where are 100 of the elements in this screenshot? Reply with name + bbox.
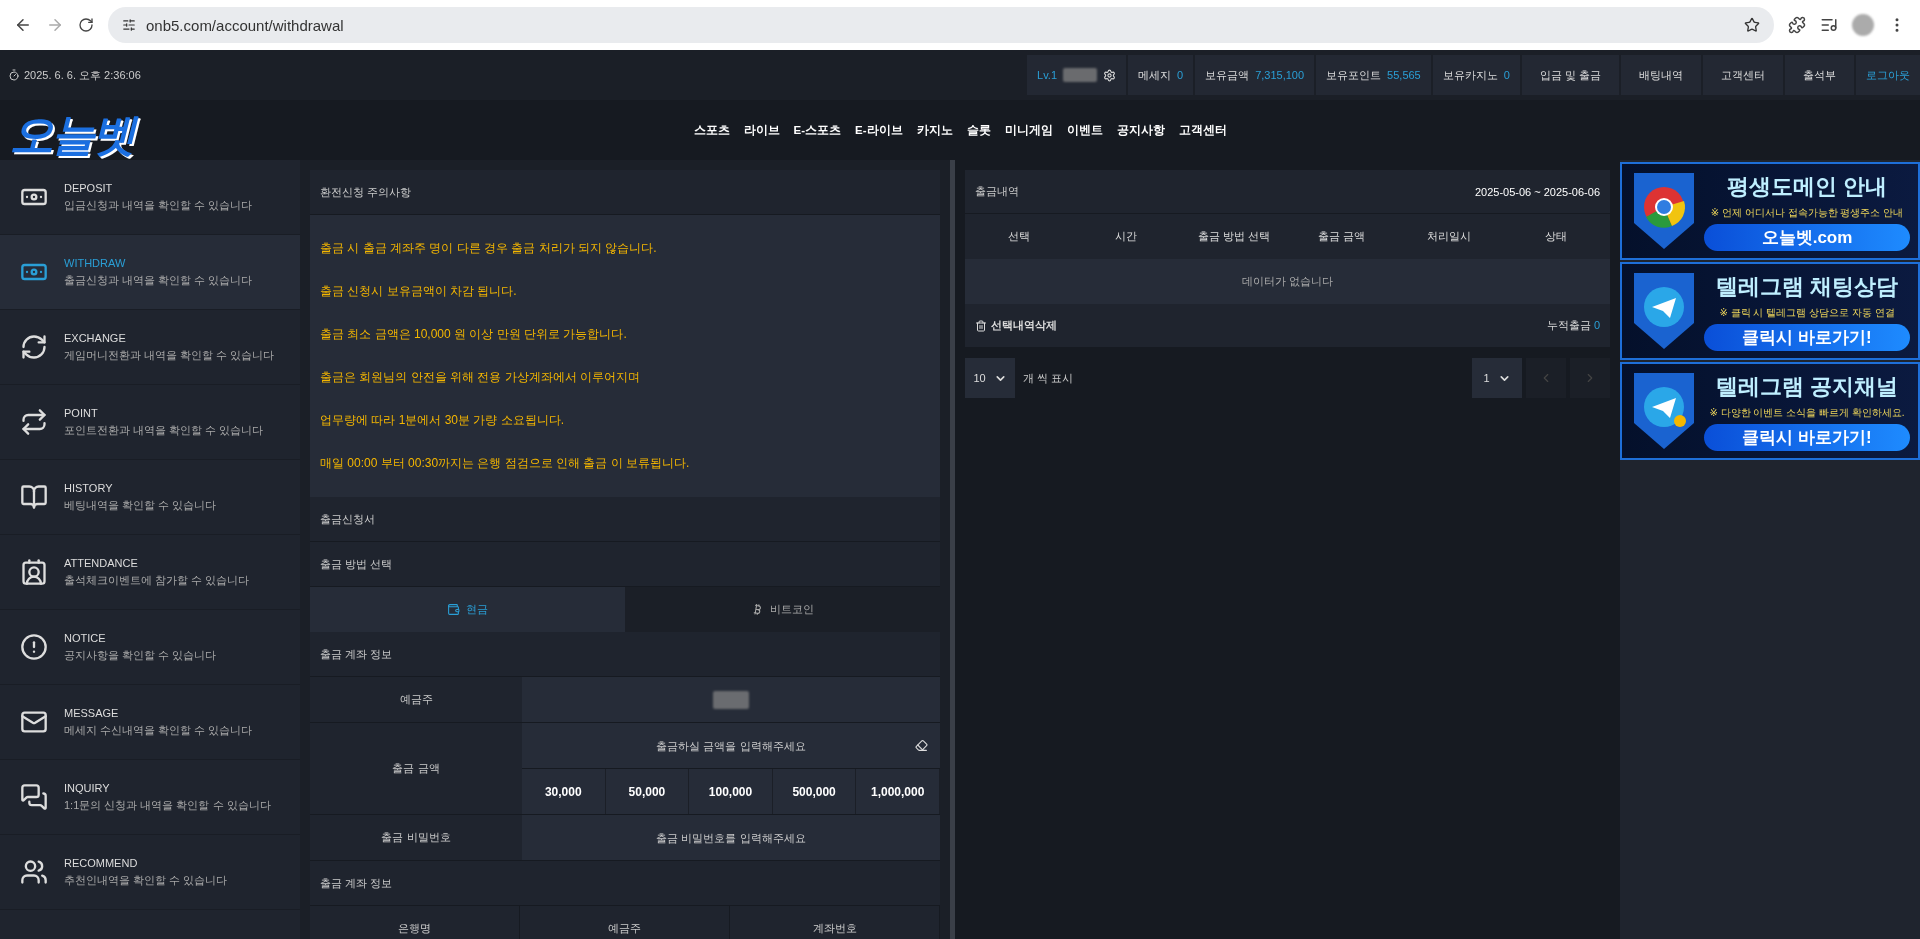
top-link[interactable]: 고객센터	[1703, 55, 1783, 95]
top-link[interactable]: 출석부	[1785, 55, 1854, 95]
nav-link[interactable]: 스포츠	[693, 122, 730, 138]
nav-link[interactable]: 라이브	[743, 122, 780, 138]
media-icon[interactable]	[1820, 16, 1838, 34]
nav-link[interactable]: E-스포츠	[793, 122, 841, 138]
nav-link[interactable]: 고객센터	[1178, 122, 1227, 138]
page-size-select[interactable]: 10	[965, 358, 1015, 398]
banner-button[interactable]: 클릭시 바로가기!	[1704, 323, 1910, 351]
level: Lv.1	[1037, 69, 1058, 81]
amount-button[interactable]: 100,000	[689, 769, 773, 814]
back-icon[interactable]	[14, 16, 32, 34]
notice-line: 출금 신청시 보유금액이 차감 됩니다.	[320, 283, 518, 300]
nav-link[interactable]: 슬롯	[966, 122, 991, 138]
wallet-icon	[447, 603, 460, 616]
section-header: 출금 방법 선택	[310, 542, 940, 587]
delete-button[interactable]: 선택내역삭제	[975, 318, 1057, 333]
logout-link[interactable]: 로그아웃	[1856, 55, 1920, 95]
account-holder	[713, 690, 749, 709]
column-header: 선택	[1006, 229, 1031, 244]
stat-label: 보유포인트	[1326, 67, 1382, 83]
settings-icon[interactable]	[1103, 68, 1117, 82]
page-select[interactable]: 1	[1472, 358, 1522, 398]
sidebar-description: 메세지 수신내역을 확인할 수 있습니다	[64, 722, 253, 738]
sidebar-description: 입금신청과 내역을 확인할 수 있습니다	[64, 197, 253, 213]
amount-button[interactable]: 30,000	[522, 769, 606, 814]
stat-value: 0	[1177, 69, 1184, 81]
extensions-icon[interactable]	[1788, 16, 1806, 34]
stat-label: 보유금액	[1205, 67, 1250, 83]
column-header: 처리일시	[1425, 229, 1472, 244]
sidebar-title: WITHDRAW	[64, 256, 127, 269]
column-header: 출금 금액	[1316, 229, 1366, 244]
date-range: 2025-05-06 ~ 2025-06-06	[1474, 185, 1600, 198]
bookmark-icon[interactable]	[1744, 17, 1760, 33]
banner[interactable]: 텔레그램 채팅상담 ※ 클릭 시 텔레그램 상담으로 자동 연결 클릭시 바로가기!	[1620, 262, 1920, 360]
amount-button[interactable]: 500,000	[772, 769, 857, 814]
sidebar-icon	[20, 858, 48, 886]
banner-title: 평생도메인 안내	[1726, 172, 1888, 201]
site-settings-icon[interactable]	[122, 18, 136, 32]
method-tab[interactable]: 현금	[310, 587, 625, 632]
banner-title: 텔레그램 공지채널	[1715, 372, 1899, 401]
banner-button[interactable]: 오늘벳.com	[1704, 223, 1910, 251]
page-size-label: 개 씩 표시	[1023, 370, 1074, 386]
datetime: 2025. 6. 6. 오후 2:36:06	[24, 67, 141, 83]
sidebar-item[interactable]: WITHDRAW 출금신청과 내역을 확인할 수 있습니다	[0, 235, 300, 310]
stat-label: 보유카지노	[1442, 67, 1498, 83]
field-label: 출금 금액	[310, 723, 522, 814]
stat-value: 0	[1503, 69, 1510, 81]
nav-link[interactable]: 이벤트	[1066, 122, 1103, 138]
sidebar-description: 베팅내역을 확인할 수 있습니다	[64, 497, 217, 513]
timer-icon	[8, 69, 20, 81]
nav-link[interactable]: 카지노	[916, 122, 953, 138]
field-label: 예금주	[310, 677, 522, 722]
sidebar-title: NOTICE	[64, 631, 107, 644]
sidebar-description: 공지사항을 확인할 수 있습니다	[64, 647, 217, 663]
section-header: 환전신청 주의사항	[310, 170, 940, 215]
notice-line: 업무량에 따라 1분에서 30분 가량 소요됩니다.	[320, 412, 566, 429]
eraser-icon[interactable]	[915, 739, 928, 752]
sidebar-description: 포인트전환과 내역을 확인할 수 있습니다	[64, 422, 264, 438]
notice-line: 출금은 회원님의 안전을 위해 전용 가상계좌에서 이루어지며	[320, 369, 641, 386]
nav-link[interactable]: 공지사항	[1116, 122, 1165, 138]
password-field[interactable]: 출금 비밀번호를 입력해주세요	[522, 815, 940, 860]
banner-subtitle: ※ 언제 어디서나 접속가능한 평생주소 안내	[1710, 205, 1904, 220]
sidebar-title: POINT	[64, 406, 99, 419]
sidebar-description: 추천인내역을 확인할 수 있습니다	[64, 872, 228, 888]
reload-icon[interactable]	[78, 17, 94, 33]
sidebar-description: 출석체크이벤트에 참가할 수 있습니다	[64, 572, 250, 588]
sidebar-title: HISTORY	[64, 481, 114, 494]
stat-value: 55,565	[1387, 69, 1421, 81]
nav-link[interactable]: 미니게임	[1004, 122, 1053, 138]
banner[interactable]: 평생도메인 안내 ※ 언제 어디서나 접속가능한 평생주소 안내 오늘벳.com	[1620, 162, 1920, 260]
address-bar[interactable]: onb5.com/account/withdrawal	[108, 7, 1774, 43]
column-header: 출금 방법 선택	[1196, 229, 1271, 244]
column-header: 시간	[1114, 229, 1139, 244]
panel-title: 출금내역	[975, 184, 1019, 199]
sidebar-title: MESSAGE	[64, 706, 120, 719]
sidebar-icon	[20, 558, 48, 586]
notice-line: 출금 시 출금 계좌주 명이 다른 경우 출금 처리가 되지 않습니다.	[320, 240, 658, 257]
banner-subtitle: ※ 클릭 시 텔레그램 상담으로 자동 연결	[1719, 305, 1895, 320]
sidebar-title: ATTENDANCE	[64, 556, 139, 569]
sidebar-icon	[20, 408, 48, 436]
amount-field[interactable]: 출금하실 금액을 입력해주세요	[522, 723, 940, 768]
amount-button[interactable]: 1,000,000	[856, 769, 940, 814]
sidebar-title: EXCHANGE	[64, 331, 127, 344]
amount-button[interactable]: 50,000	[605, 769, 690, 814]
sidebar-title: INQUIRY	[64, 781, 111, 794]
notice-line: 매일 00:00 부터 00:30까지는 은행 점검으로 인해 출금 이 보류됩니다.	[320, 455, 691, 472]
sidebar-description: 1:1문의 신청과 내역을 확인할 수 있습니다	[64, 797, 271, 813]
username	[1063, 68, 1098, 82]
column-header: 은행명	[310, 906, 520, 939]
banner[interactable]: 텔레그램 공지채널 ※ 다양한 이벤트 소식을 빠르게 확인하세요. 클릭시 바로가기!	[1620, 362, 1920, 460]
top-link[interactable]: 배팅내역	[1621, 55, 1701, 95]
banner-button[interactable]: 클릭시 바로가기!	[1704, 423, 1910, 451]
nav-link[interactable]: E-라이브	[855, 122, 903, 138]
top-link[interactable]: 입금 및 출금	[1521, 55, 1619, 95]
trash-icon	[975, 319, 987, 332]
shield-paper-plane-icon	[1632, 371, 1696, 451]
stat-value: 7,315,100	[1255, 69, 1305, 81]
section-header: 출금 계좌 정보	[310, 632, 940, 677]
sidebar-icon	[20, 783, 48, 811]
